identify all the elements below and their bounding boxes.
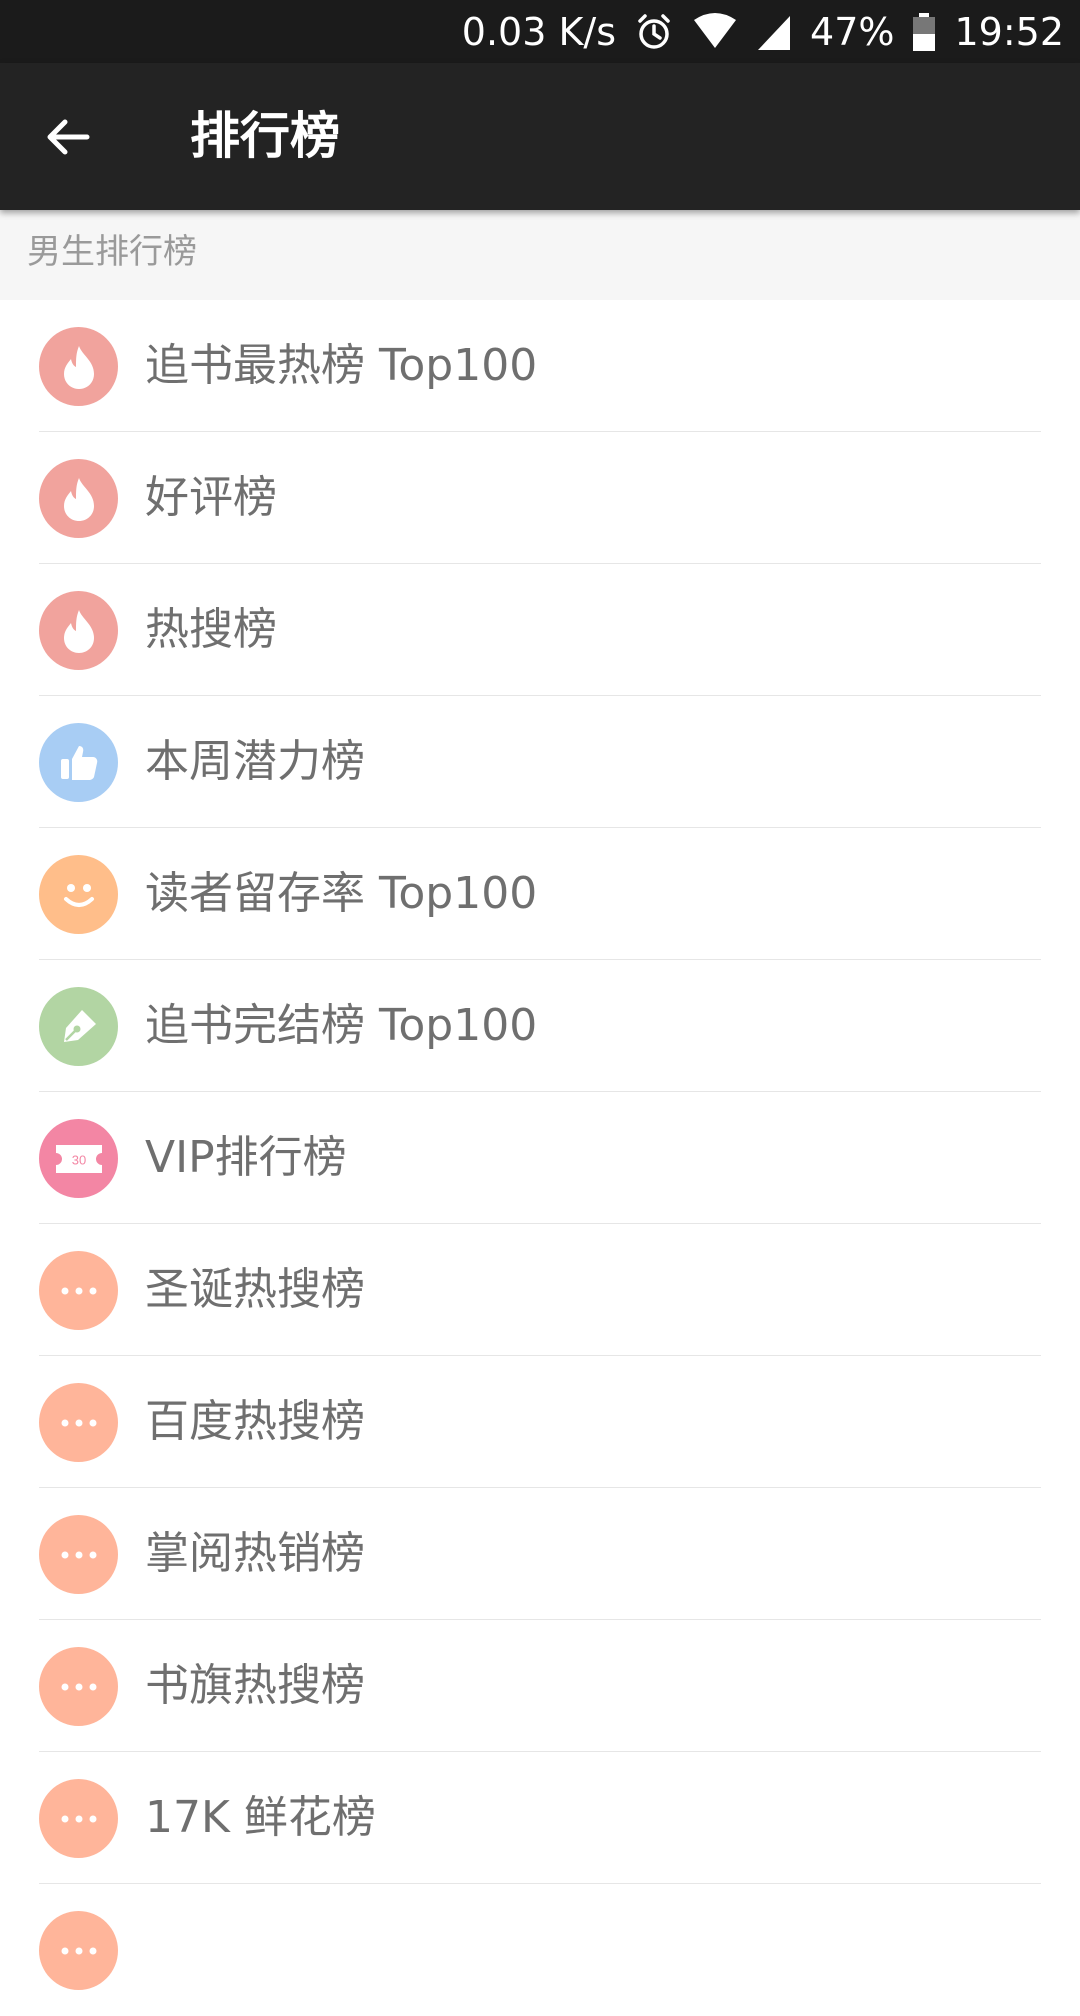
- clock: 19:52: [954, 9, 1064, 54]
- list-item[interactable]: 17K 鲜花榜: [0, 1752, 1080, 1884]
- svg-text:30: 30: [71, 1152, 85, 1167]
- arrow-left-icon: [47, 119, 90, 155]
- list-item[interactable]: 百度热搜榜: [0, 1356, 1080, 1488]
- list-item-label: VIP排行榜: [145, 1132, 347, 1183]
- list-item[interactable]: 追书完结榜 Top100: [0, 960, 1080, 1092]
- ticket-icon: 30: [39, 1119, 118, 1198]
- thumbs-up-icon: [39, 723, 118, 802]
- list-item-label: 好评榜: [145, 472, 277, 523]
- list-item-label: 本周潜力榜: [145, 736, 365, 787]
- back-button[interactable]: [30, 99, 106, 175]
- list-item-label: 掌阅热销榜: [145, 1528, 365, 1579]
- list-item-label: 17K 鲜花榜: [145, 1792, 376, 1843]
- list-item-label: 书旗热搜榜: [145, 1660, 365, 1711]
- wifi-icon: [692, 12, 738, 52]
- list-item[interactable]: 本周潜力榜: [0, 696, 1080, 828]
- list-item[interactable]: 书旗热搜榜: [0, 1620, 1080, 1752]
- more-dots-icon: [39, 1911, 118, 1990]
- more-dots-icon: [39, 1251, 118, 1330]
- flame-icon: [39, 459, 118, 538]
- alarm-icon: [634, 12, 674, 52]
- list-item[interactable]: 掌阅热销榜: [0, 1488, 1080, 1620]
- more-dots-icon: [39, 1647, 118, 1726]
- section-header: 男生排行榜: [0, 210, 1080, 300]
- list-item-label: 追书完结榜 Top100: [145, 1000, 538, 1051]
- flame-icon: [39, 591, 118, 670]
- status-bar: 0.03 K/s 47% 19:52: [0, 0, 1080, 63]
- battery-percent: 47%: [810, 9, 895, 54]
- list-item-label: 热搜榜: [145, 604, 277, 655]
- signal-icon: [756, 12, 792, 52]
- list-item-label: 百度热搜榜: [145, 1396, 365, 1447]
- list-item[interactable]: 好评榜: [0, 432, 1080, 564]
- app-bar: 排行榜: [0, 63, 1080, 210]
- list-item[interactable]: [0, 1884, 1080, 2016]
- network-speed: 0.03 K/s: [461, 9, 617, 54]
- list-item-label: 追书最热榜 Top100: [145, 340, 538, 391]
- flame-icon: [39, 327, 118, 406]
- more-dots-icon: [39, 1515, 118, 1594]
- more-dots-icon: [39, 1383, 118, 1462]
- list-item[interactable]: 读者留存率 Top100: [0, 828, 1080, 960]
- battery-icon: [912, 12, 936, 52]
- list-item[interactable]: 追书最热榜 Top100: [0, 300, 1080, 432]
- ranking-list: 追书最热榜 Top100 好评榜热搜榜本周潜力榜读者留存率 Top100 追书完结榜…: [0, 300, 1080, 2016]
- pen-icon: [39, 987, 118, 1066]
- more-dots-icon: [39, 1779, 118, 1858]
- smile-icon: [39, 855, 118, 934]
- list-item-label: 读者留存率 Top100: [145, 868, 538, 919]
- page-title: 排行榜: [190, 107, 340, 165]
- list-item[interactable]: 30 VIP排行榜: [0, 1092, 1080, 1224]
- list-item-label: 圣诞热搜榜: [145, 1264, 365, 1315]
- list-item[interactable]: 热搜榜: [0, 564, 1080, 696]
- list-item[interactable]: 圣诞热搜榜: [0, 1224, 1080, 1356]
